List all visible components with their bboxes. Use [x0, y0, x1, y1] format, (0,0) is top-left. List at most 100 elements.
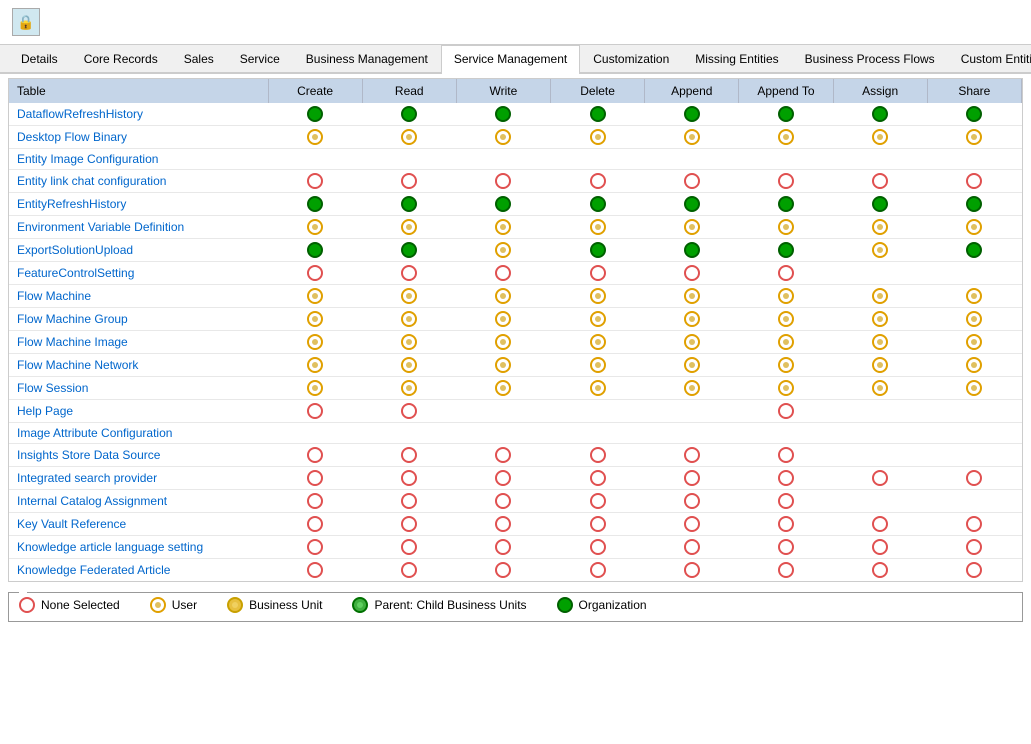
perm-cell-share[interactable] [927, 170, 1021, 193]
perm-cell-appendto[interactable] [739, 331, 833, 354]
perm-cell-delete[interactable] [551, 536, 645, 559]
perm-cell-share[interactable] [927, 467, 1021, 490]
perm-cell-appendto[interactable] [739, 170, 833, 193]
perm-cell-delete[interactable] [551, 400, 645, 423]
perm-cell-append[interactable] [645, 126, 739, 149]
perm-none[interactable] [401, 539, 417, 555]
perm-cell-read[interactable] [362, 170, 456, 193]
perm-user[interactable] [684, 288, 700, 304]
perm-cell-append[interactable] [645, 490, 739, 513]
row-name[interactable]: FeatureControlSetting [9, 262, 268, 285]
perm-none[interactable] [966, 562, 982, 578]
perm-org[interactable] [590, 196, 606, 212]
perm-none[interactable] [401, 173, 417, 189]
perm-cell-share[interactable] [927, 423, 1021, 444]
perm-cell-delete[interactable] [551, 262, 645, 285]
perm-none[interactable] [684, 493, 700, 509]
perm-none[interactable] [966, 173, 982, 189]
row-name[interactable]: Help Page [9, 400, 268, 423]
perm-user[interactable] [872, 129, 888, 145]
perm-cell-appendto[interactable] [739, 216, 833, 239]
row-name[interactable]: Flow Machine Network [9, 354, 268, 377]
perm-none[interactable] [872, 539, 888, 555]
perm-cell-assign[interactable] [833, 559, 927, 582]
perm-cell-share[interactable] [927, 149, 1021, 170]
perm-cell-create[interactable] [268, 216, 362, 239]
perm-cell-read[interactable] [362, 513, 456, 536]
perm-cell-append[interactable] [645, 354, 739, 377]
perm-none[interactable] [778, 493, 794, 509]
perm-org[interactable] [307, 242, 323, 258]
perm-cell-read[interactable] [362, 559, 456, 582]
perm-cell-write[interactable] [456, 513, 550, 536]
perm-cell-appendto[interactable] [739, 400, 833, 423]
perm-org[interactable] [778, 242, 794, 258]
perm-cell-write[interactable] [456, 262, 550, 285]
perm-cell-append[interactable] [645, 582, 739, 583]
perm-cell-delete[interactable] [551, 126, 645, 149]
perm-cell-read[interactable] [362, 285, 456, 308]
perm-cell-share[interactable] [927, 582, 1021, 583]
tab-service[interactable]: Service [227, 45, 293, 72]
perm-none[interactable] [966, 539, 982, 555]
perm-none[interactable] [307, 265, 323, 281]
perm-cell-share[interactable] [927, 354, 1021, 377]
perm-cell-assign[interactable] [833, 193, 927, 216]
perm-user[interactable] [495, 242, 511, 258]
perm-cell-read[interactable] [362, 239, 456, 262]
perm-none[interactable] [495, 265, 511, 281]
perm-cell-delete[interactable] [551, 216, 645, 239]
perm-user[interactable] [966, 288, 982, 304]
perm-cell-share[interactable] [927, 559, 1021, 582]
perm-none[interactable] [495, 516, 511, 532]
perm-cell-share[interactable] [927, 193, 1021, 216]
perm-cell-assign[interactable] [833, 262, 927, 285]
tab-missing-entities[interactable]: Missing Entities [682, 45, 791, 72]
perm-cell-write[interactable] [456, 170, 550, 193]
perm-cell-share[interactable] [927, 285, 1021, 308]
perm-cell-write[interactable] [456, 536, 550, 559]
perm-none[interactable] [966, 470, 982, 486]
perm-cell-read[interactable] [362, 331, 456, 354]
perm-cell-read[interactable] [362, 423, 456, 444]
perm-none[interactable] [590, 265, 606, 281]
perm-cell-assign[interactable] [833, 103, 927, 126]
perm-cell-share[interactable] [927, 308, 1021, 331]
perm-cell-create[interactable] [268, 423, 362, 444]
perm-cell-create[interactable] [268, 285, 362, 308]
perm-cell-write[interactable] [456, 126, 550, 149]
perm-none[interactable] [307, 493, 323, 509]
perm-none[interactable] [778, 173, 794, 189]
perm-cell-create[interactable] [268, 308, 362, 331]
perm-cell-appendto[interactable] [739, 285, 833, 308]
perm-user[interactable] [495, 129, 511, 145]
perm-none[interactable] [590, 539, 606, 555]
perm-none[interactable] [401, 447, 417, 463]
perm-org[interactable] [495, 196, 511, 212]
perm-cell-write[interactable] [456, 444, 550, 467]
perm-cell-append[interactable] [645, 170, 739, 193]
perm-user[interactable] [307, 129, 323, 145]
perm-cell-write[interactable] [456, 285, 550, 308]
perm-cell-share[interactable] [927, 536, 1021, 559]
perm-cell-append[interactable] [645, 377, 739, 400]
perm-cell-create[interactable] [268, 467, 362, 490]
perm-cell-delete[interactable] [551, 559, 645, 582]
perm-user[interactable] [966, 357, 982, 373]
perm-cell-assign[interactable] [833, 285, 927, 308]
perm-none[interactable] [590, 562, 606, 578]
perm-org[interactable] [684, 106, 700, 122]
tab-service-management[interactable]: Service Management [441, 45, 580, 74]
row-name[interactable]: Flow Machine Group [9, 308, 268, 331]
perm-cell-delete[interactable] [551, 331, 645, 354]
perm-cell-assign[interactable] [833, 377, 927, 400]
row-name[interactable]: Knowledge Federated Article [9, 559, 268, 582]
perm-cell-share[interactable] [927, 444, 1021, 467]
perm-cell-appendto[interactable] [739, 149, 833, 170]
perm-user[interactable] [684, 357, 700, 373]
perm-cell-delete[interactable] [551, 582, 645, 583]
perm-cell-appendto[interactable] [739, 262, 833, 285]
perm-cell-write[interactable] [456, 377, 550, 400]
perm-none[interactable] [684, 265, 700, 281]
perm-user[interactable] [872, 242, 888, 258]
